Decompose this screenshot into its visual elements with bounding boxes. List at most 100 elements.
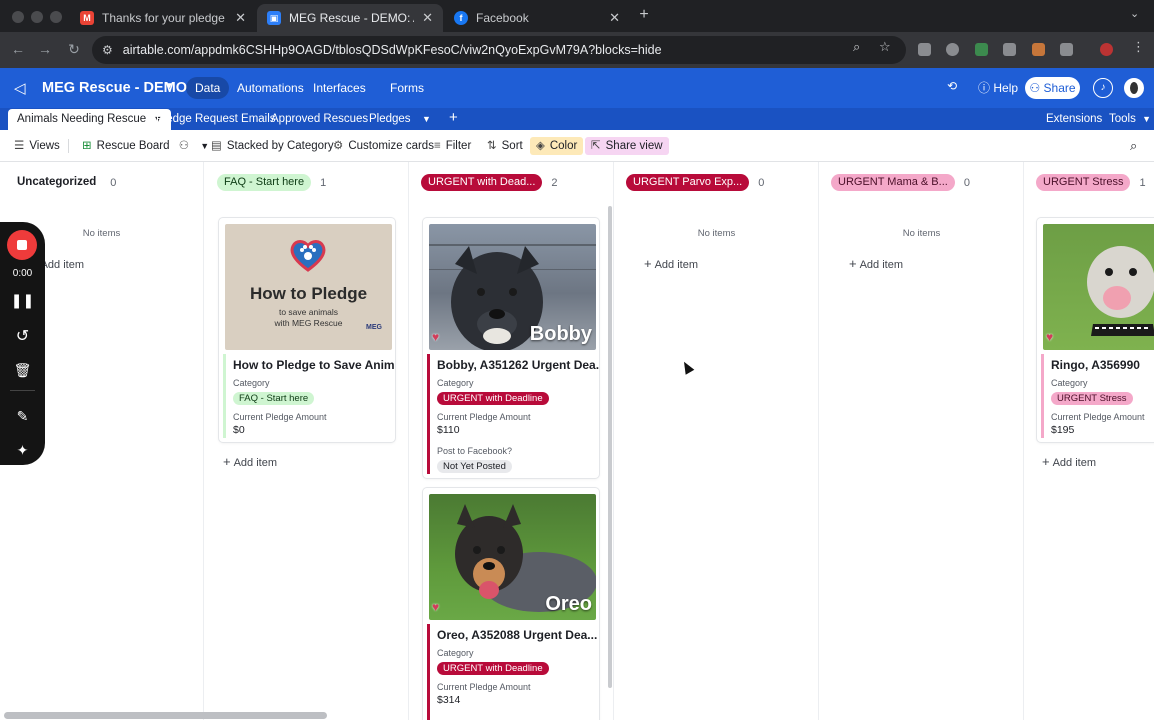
extensions-puzzle-icon[interactable] — [1060, 43, 1073, 56]
view-name-button[interactable]: ⊞ Rescue Board ⚇ ▼ — [82, 137, 209, 155]
stop-recording-button[interactable] — [7, 230, 37, 260]
extension-icon[interactable] — [918, 43, 931, 56]
filter-label: Filter — [445, 140, 472, 152]
nav-data[interactable]: Data — [186, 77, 230, 99]
record-card-ringo[interactable]: ♥ Ringo, A356990 Category URGENT Stress … — [1037, 218, 1154, 442]
column-header[interactable]: URGENT with Dead... 2 — [421, 174, 558, 191]
address-bar[interactable]: ⚙ airtable.com/appdmk6CSHHp9OAGD/tblosQD… — [92, 36, 906, 64]
share-button[interactable]: ⚇ Share — [1025, 77, 1080, 99]
profile-avatar[interactable] — [1100, 43, 1113, 56]
column-title: URGENT Stress — [1036, 174, 1131, 191]
close-icon[interactable]: ✕ — [422, 10, 433, 26]
record-card-oreo[interactable]: Oreo ♥ Oreo, A352088 Urgent Dea... Categ… — [423, 488, 599, 720]
tools-button[interactable]: Tools ▼ — [1100, 109, 1154, 130]
bookmark-star-icon[interactable]: ☆ — [879, 39, 891, 55]
notifications-bell-icon[interactable]: ♪ — [1093, 78, 1113, 98]
kanban-column-urgent-mama: URGENT Mama & B... 0 No items + Add item — [820, 162, 1024, 720]
customize-cards-button[interactable]: ⚙ Customize cards — [333, 137, 434, 155]
browser-tab-airtable[interactable]: ▣ MEG Rescue - DEMO: Animal ✕ — [257, 4, 443, 32]
pledge-amount: $195 — [1051, 424, 1075, 436]
record-card-how-to-pledge[interactable]: How to Pledge to save animals with MEG R… — [219, 218, 395, 442]
user-avatar[interactable] — [1124, 78, 1144, 98]
column-header[interactable]: URGENT Stress 1 — [1036, 174, 1146, 191]
column-header[interactable]: URGENT Mama & B... 0 — [831, 174, 970, 191]
add-item-button[interactable]: +Add item — [849, 256, 903, 271]
chevron-down-icon: ▼ — [1142, 114, 1151, 124]
board-horizontal-scrollbar[interactable] — [4, 712, 327, 719]
help-button[interactable]: ⓘ Help — [978, 79, 1018, 96]
pledge-amount: $110 — [437, 424, 460, 436]
new-tab-button[interactable]: + — [635, 6, 653, 26]
pen-icon[interactable]: ✎ — [0, 408, 45, 425]
tab-search-icon[interactable]: ⌄ — [1130, 7, 1139, 20]
nav-automations[interactable]: Automations — [228, 77, 313, 99]
window-close-button[interactable] — [12, 11, 24, 23]
photo-name-label: Bobby — [529, 323, 592, 345]
filter-button[interactable]: ≡ Filter — [434, 137, 471, 155]
heart-logo-icon: ♥ — [1046, 330, 1054, 344]
browser-tab-facebook[interactable]: f Facebook ✕ — [444, 4, 630, 32]
search-icon[interactable]: ⌕ — [1130, 137, 1137, 155]
help-icon: ⓘ — [978, 81, 991, 95]
gmail-icon: M — [80, 11, 94, 25]
color-label: Color — [549, 140, 578, 152]
plus-icon: + — [1042, 454, 1050, 469]
base-menu-icon[interactable]: ◁ — [14, 79, 26, 97]
tab-title: MEG Rescue - DEMO: Animal — [289, 11, 414, 25]
sort-button[interactable]: ⇅ Sort — [487, 137, 523, 155]
url-text[interactable]: airtable.com/appdmk6CSHHp9OAGD/tblosQDSd… — [123, 43, 662, 57]
column-header[interactable]: Uncategorized 0 — [12, 174, 116, 191]
add-item-label: Add item — [40, 259, 85, 271]
add-item-button[interactable]: +Add item — [644, 256, 698, 271]
share-view-button[interactable]: ⇱ Share view — [585, 137, 669, 155]
nav-forms[interactable]: Forms — [381, 77, 433, 99]
category-pill: URGENT with Deadline — [437, 660, 549, 675]
window-zoom-button[interactable] — [50, 11, 62, 23]
add-item-button[interactable]: +Add item — [1042, 454, 1096, 469]
heart-logo-icon: ♥ — [432, 330, 440, 344]
divider — [68, 139, 69, 153]
magic-wand-icon[interactable]: ✦ — [0, 442, 45, 459]
color-button[interactable]: ◈ Color — [530, 137, 584, 155]
add-table-icon[interactable]: + — [449, 109, 458, 126]
photo-name-label: Oreo — [545, 593, 592, 615]
column-header[interactable]: FAQ - Start here 1 — [217, 174, 326, 191]
reload-icon[interactable]: ↻ — [65, 41, 83, 58]
forward-icon[interactable]: → — [36, 41, 54, 57]
pause-icon[interactable]: ❚❚ — [0, 292, 45, 309]
extension-icon[interactable] — [946, 43, 959, 56]
close-icon[interactable]: ✕ — [609, 10, 620, 26]
browser-menu-icon[interactable]: ⋮ — [1132, 39, 1145, 55]
screen-recorder-toolbar: 0:00 ❚❚ ↺ 🗑 ✎ ✦ — [0, 222, 45, 465]
trash-icon[interactable]: 🗑 — [0, 362, 45, 379]
table-tab-pledges[interactable]: Pledges — [360, 109, 420, 130]
window-minimize-button[interactable] — [31, 11, 43, 23]
views-toggle-button[interactable]: ☰ Views — [14, 137, 60, 155]
extension-icon[interactable] — [975, 43, 988, 56]
tools-label: Tools — [1109, 113, 1136, 125]
close-icon[interactable]: ✕ — [235, 10, 246, 26]
history-icon[interactable]: ⟲ — [947, 79, 957, 93]
column-scrollbar[interactable] — [608, 206, 612, 688]
card-color-accent — [427, 354, 430, 474]
zoom-icon[interactable]: ⌕ — [853, 39, 860, 55]
nav-interfaces[interactable]: Interfaces — [304, 77, 375, 99]
category-pill-text: URGENT with Deadline — [437, 662, 549, 675]
browser-tab-gmail[interactable]: M Thanks for your pledge towar ✕ — [70, 4, 256, 32]
column-header[interactable]: URGENT Parvo Exp... 0 — [626, 174, 764, 191]
site-settings-icon[interactable]: ⚙ — [102, 43, 113, 57]
card-cover-image: ♥ — [1043, 224, 1154, 350]
more-tables-chevron-icon[interactable]: ▼ — [422, 114, 431, 124]
column-title: URGENT Mama & B... — [831, 174, 955, 191]
back-icon[interactable]: ← — [9, 41, 27, 57]
restart-icon[interactable]: ↺ — [0, 326, 45, 346]
category-pill: URGENT with Deadline — [437, 390, 549, 405]
plus-icon: + — [849, 256, 857, 271]
add-item-button[interactable]: +Add item — [223, 454, 277, 469]
stacked-by-button[interactable]: ▤ Stacked by Category — [211, 137, 334, 155]
column-title: URGENT Parvo Exp... — [626, 174, 750, 191]
record-card-bobby[interactable]: Bobby ♥ Bobby, A351262 Urgent Dea... Cat… — [423, 218, 599, 478]
chevron-down-icon[interactable]: ▼ — [164, 81, 174, 92]
extension-icon[interactable] — [1032, 43, 1045, 56]
extension-icon[interactable] — [1003, 43, 1016, 56]
